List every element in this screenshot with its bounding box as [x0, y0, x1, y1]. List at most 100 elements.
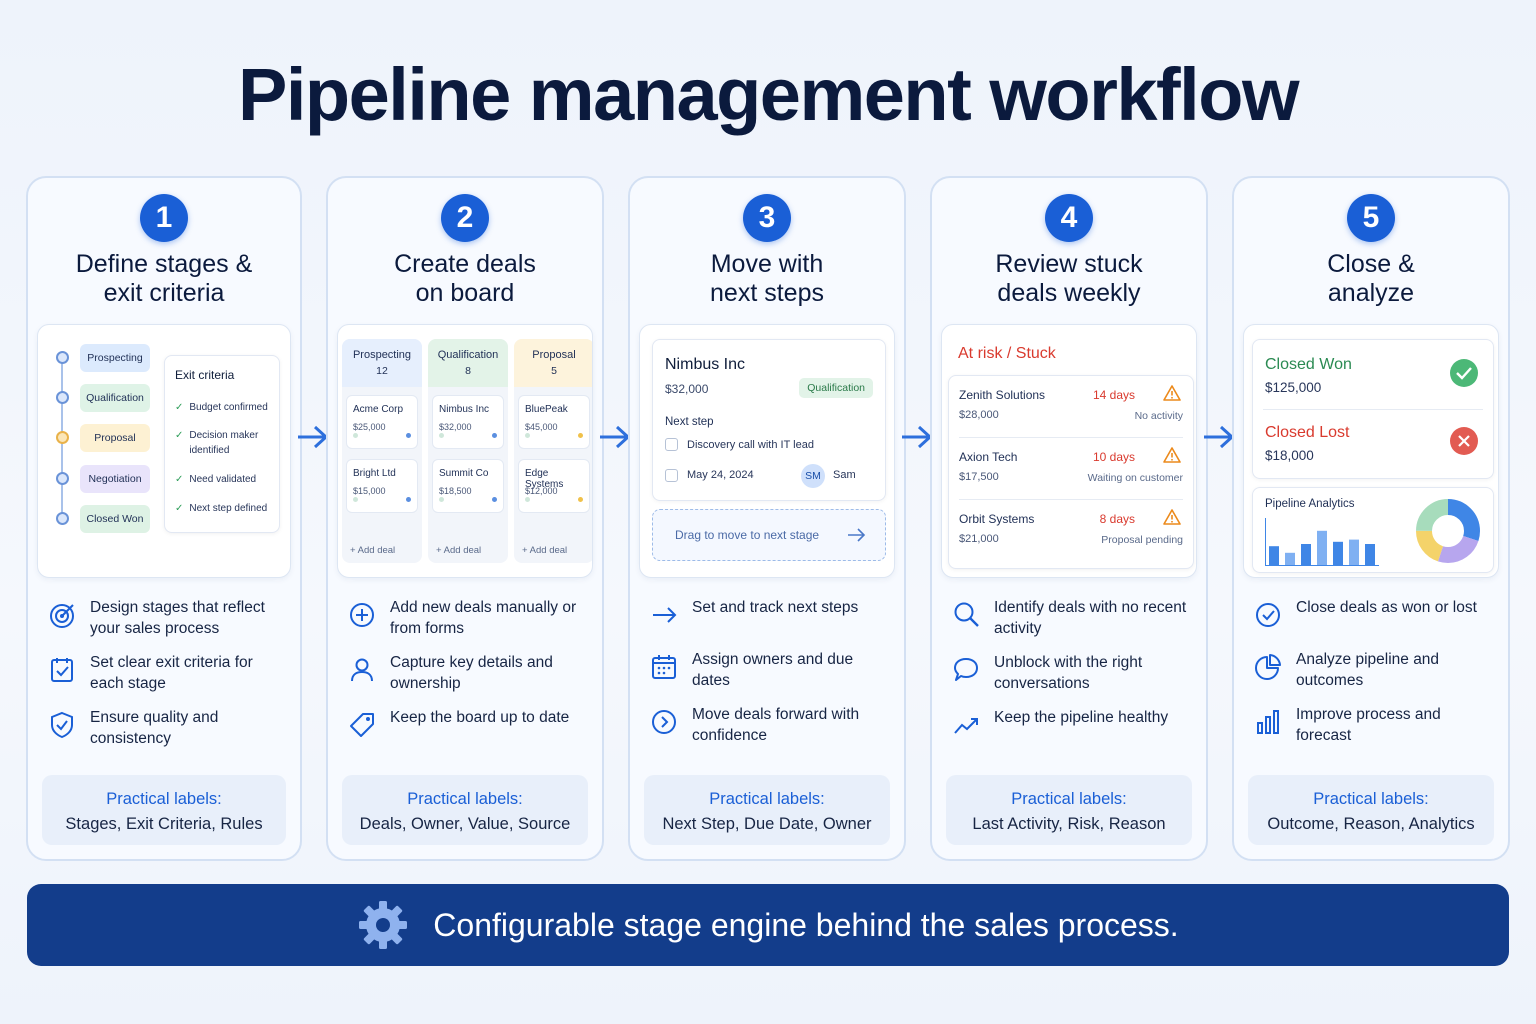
analytics-bar	[1365, 544, 1375, 566]
add-deal-button[interactable]: + Add deal	[522, 545, 567, 556]
exit-item: ✓ Decision maker identified	[175, 430, 259, 456]
chat-icon	[954, 658, 978, 681]
bullet: Design stages that reflect your sales pr…	[48, 598, 290, 639]
closed-lost-label: Closed Lost	[1265, 424, 1350, 441]
chevron-circle-icon	[652, 710, 676, 734]
exit-item: ✓ Budget confirmed	[175, 402, 268, 413]
footer-banner: Configurable stage engine behind the sal…	[27, 884, 1509, 966]
step-number-1: 1	[140, 194, 188, 242]
close-icon	[1450, 427, 1478, 455]
checklist-icon	[51, 658, 73, 682]
deal-card[interactable]: Summit Co $18,500	[432, 459, 504, 513]
arrow-right-icon	[902, 425, 933, 449]
step-number-5: 5	[1347, 194, 1395, 242]
practical-labels: Practical labels: Outcome, Reason, Analy…	[1248, 775, 1494, 845]
plus-circle-icon	[350, 603, 374, 627]
deal-name: Nimbus Inc	[665, 356, 746, 373]
add-deal-button[interactable]: + Add deal	[350, 545, 395, 556]
step-title-2: Create deals on board	[394, 250, 536, 307]
user-icon	[351, 658, 373, 682]
analytics-bar-chart	[1265, 518, 1379, 566]
analytics-bar	[1301, 544, 1311, 566]
risk-row[interactable]: Orbit Systems $21,000 8 days Proposal pe…	[959, 500, 1183, 562]
trend-up-icon	[954, 718, 978, 734]
risk-list: Zenith Solutions $28,000 14 days No acti…	[948, 375, 1194, 569]
stage-pill-closed-won[interactable]: Closed Won	[80, 505, 150, 533]
deal-detail-card[interactable]: Nimbus Inc $32,000 Qualification Next st…	[652, 339, 886, 501]
stage-pill-qualification[interactable]: Qualification	[80, 384, 150, 412]
analytics-bar	[1317, 530, 1327, 566]
bullet: Ensure quality and consistency	[48, 708, 290, 749]
check-circle-icon	[1450, 359, 1478, 387]
owner-name: Sam	[833, 469, 856, 481]
bullet: Improve process and forecast	[1254, 705, 1498, 746]
stage-pill-proposal[interactable]: Proposal	[80, 424, 150, 452]
bullet: Identify deals with no recent activity	[952, 598, 1196, 639]
task-text: Discovery call with IT lead	[687, 439, 814, 451]
practical-labels: Practical labels: Next Step, Due Date, O…	[644, 775, 890, 845]
gear-icon	[359, 901, 408, 949]
target-icon	[50, 604, 74, 628]
bullet: Close deals as won or lost	[1254, 598, 1498, 630]
step-card-3: 3 Move with next steps Nimbus Inc $32,000…	[628, 176, 906, 861]
step-card-2: 2 Create deals on board Prospecting 12 Acm…	[326, 176, 604, 861]
analytics-donut-chart	[1416, 499, 1480, 563]
task-checkbox[interactable]	[665, 438, 678, 451]
risk-row[interactable]: Axion Tech $17,500 10 days Waiting on cu…	[959, 438, 1183, 500]
practical-labels: Practical labels: Stages, Exit Criteria,…	[42, 775, 286, 845]
deal-card[interactable]: Acme Corp $25,000	[346, 395, 418, 449]
stage-pill-prospecting[interactable]: Prospecting	[80, 344, 150, 372]
deal-board-mock: Prospecting 12 Acme Corp $25,000 Bright Lt…	[337, 324, 593, 578]
close-analyze-mock: Closed Won $125,000 Closed Lost $18,000 …	[1243, 324, 1499, 578]
add-deal-button[interactable]: + Add deal	[436, 545, 481, 556]
warning-icon	[1163, 447, 1181, 463]
warning-icon	[1163, 509, 1181, 525]
search-icon	[954, 602, 979, 627]
deal-card[interactable]: BluePeak $45,000	[518, 395, 590, 449]
board-column: Qualification 8 Nimbus Inc $32,000 Summit …	[428, 339, 508, 563]
arrow-right-icon	[653, 607, 677, 623]
risk-row[interactable]: Zenith Solutions $28,000 14 days No acti…	[959, 376, 1183, 438]
deal-value: $32,000	[665, 382, 709, 396]
date-checkbox[interactable]	[665, 469, 678, 482]
arrow-right-icon	[298, 425, 329, 449]
next-step-mock: Nimbus Inc $32,000 Qualification Next st…	[639, 324, 895, 578]
deal-card[interactable]: Bright Ltd $15,000	[346, 459, 418, 513]
drag-drop-zone[interactable]: Drag to move to next stage	[652, 509, 886, 561]
check-icon: ✓	[175, 402, 184, 413]
bullet: Set and track next steps	[650, 598, 894, 630]
deal-card[interactable]: Edge Systems $12,000	[518, 459, 590, 513]
exit-item: ✓ Need validated	[175, 474, 257, 485]
bullet: Keep the board up to date	[348, 708, 592, 740]
at-risk-heading: At risk / Stuck	[958, 345, 1056, 362]
step-title-4: Review stuck deals weekly	[995, 250, 1143, 307]
stage-badge: Qualification	[799, 378, 873, 398]
deal-card[interactable]: Nimbus Inc $32,000	[432, 395, 504, 449]
bullet: Keep the pipeline healthy	[952, 708, 1196, 740]
bullet: Capture key details and ownership	[348, 653, 592, 694]
pipeline-analytics-panel: Pipeline Analytics	[1252, 487, 1494, 573]
arrow-right-icon	[848, 528, 866, 542]
analytics-bar	[1333, 541, 1343, 566]
bullet: Move deals forward with confidence	[650, 705, 894, 746]
analytics-bar	[1349, 539, 1359, 566]
exit-item: ✓ Next step defined	[175, 503, 268, 514]
bullet: Unblock with the right conversations	[952, 653, 1196, 694]
step-title-3: Move with next steps	[710, 250, 824, 307]
stages-mock: Prospecting Qualification Proposal Negot…	[37, 324, 291, 578]
warning-icon	[1163, 385, 1181, 401]
step-title-5: Close & analyze	[1327, 250, 1415, 307]
board-column: Prospecting 12 Acme Corp $25,000 Bright Lt…	[342, 339, 422, 563]
tag-icon	[350, 713, 374, 737]
check-icon: ✓	[175, 430, 184, 441]
arrow-right-icon	[1204, 425, 1235, 449]
analytics-title: Pipeline Analytics	[1265, 498, 1355, 510]
closed-won-value: $125,000	[1265, 380, 1322, 395]
next-step-label: Next step	[665, 416, 714, 428]
bar-chart-icon	[1257, 710, 1279, 734]
stage-pill-negotiation[interactable]: Negotiation	[80, 465, 150, 493]
outcome-panel: Closed Won $125,000 Closed Lost $18,000	[1252, 339, 1494, 479]
drag-text: Drag to move to next stage	[675, 528, 820, 542]
banner-text: Configurable stage engine behind the sal…	[433, 906, 1179, 943]
bullet: Assign owners and due dates	[650, 650, 894, 691]
